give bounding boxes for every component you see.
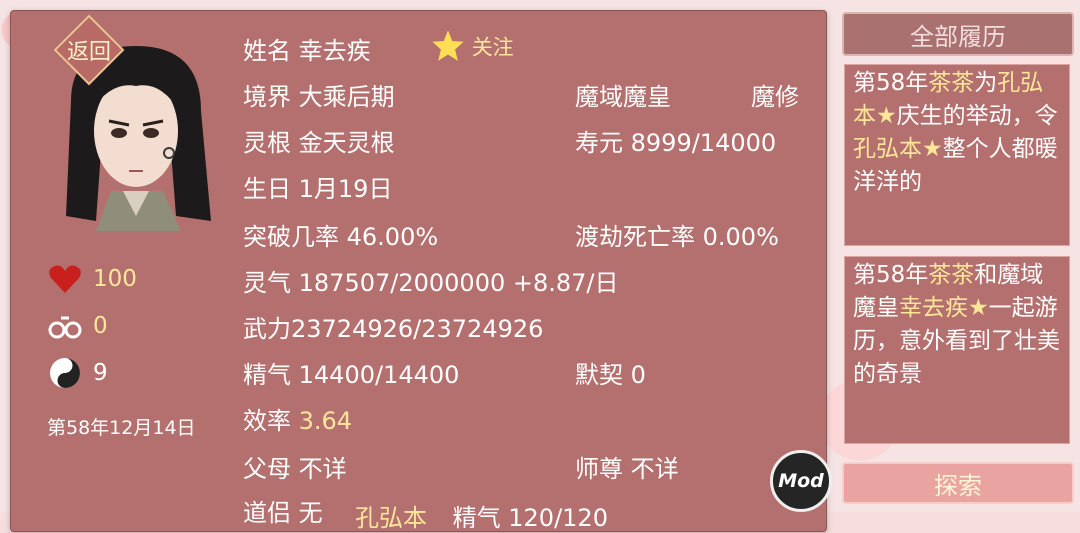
- heart-icon: [47, 261, 83, 297]
- partial-row-2-text: 精气 120/120: [452, 504, 608, 532]
- partial-row-2-name: 孔弘本: [355, 504, 427, 532]
- parents-label: 父母: [243, 455, 291, 483]
- event-1-suffix: 庆生的举动，令: [896, 103, 1058, 129]
- back-label: 返回: [66, 40, 111, 65]
- realm-value: 大乘后期: [298, 83, 395, 111]
- birthday-label: 生日: [243, 175, 291, 203]
- essence-value: 14400/14400: [298, 361, 460, 389]
- partial-row-2: 孔弘本 精气 120/120: [355, 498, 608, 533]
- spouse-label: 道侣: [243, 499, 291, 527]
- shackles-stat: 0: [47, 308, 108, 344]
- event-1-name-a: 茶茶: [928, 70, 975, 96]
- name-label: 姓名: [243, 37, 291, 65]
- path-value: 魔修: [751, 83, 799, 111]
- qi-value: 187507/2000000 +8.87/日: [298, 269, 619, 297]
- tribulation-row: 渡劫死亡率 0.00%: [575, 217, 779, 252]
- lifespan-label: 寿元: [575, 129, 623, 157]
- character-panel: 返回 100 0 9 第58年12月14日 姓名 幸去疾 关注 境界 大乘后期 …: [10, 10, 827, 532]
- health-value: 100: [93, 266, 137, 292]
- all-history-label: 全部履历: [910, 22, 1006, 51]
- taiji-value: 9: [93, 360, 108, 386]
- breakthrough-label: 突破几率: [243, 223, 339, 251]
- realm-row: 境界 大乘后期: [243, 77, 395, 112]
- root-label: 灵根: [243, 129, 291, 157]
- tacit-row: 默契 0: [575, 355, 646, 390]
- event-1-name-c: 孔弘本★: [853, 136, 943, 162]
- tacit-label: 默契: [575, 361, 623, 389]
- explore-button[interactable]: 探索: [842, 462, 1074, 504]
- efficiency-value: 3.64: [298, 407, 353, 435]
- lifespan-row: 寿元 8999/14000: [575, 123, 776, 158]
- event-1-prefix: 第58年: [853, 70, 929, 96]
- star-icon: [431, 29, 465, 68]
- explore-label: 探索: [934, 471, 982, 500]
- title-value: 魔域魔皇: [575, 83, 671, 111]
- back-button[interactable]: 返回: [49, 14, 129, 86]
- yin-yang-icon: [47, 355, 83, 391]
- master-row: 师尊 不详: [575, 449, 679, 484]
- event-1-mid: 为: [974, 70, 998, 96]
- qi-row: 灵气 187507/2000000 +8.87/日: [243, 263, 619, 298]
- parents-row: 父母 不详: [243, 449, 347, 484]
- force-value: 23724926/23724926: [291, 315, 544, 343]
- name-row: 姓名 幸去疾: [243, 31, 371, 66]
- handcuffs-icon: [47, 308, 83, 344]
- breakthrough-value: 46.00%: [346, 223, 439, 251]
- lifespan-value: 8999/14000: [630, 129, 777, 157]
- game-date: 第58年12月14日: [47, 417, 196, 439]
- force-label: 武力: [243, 315, 291, 343]
- follow-button[interactable]: 关注: [431, 29, 514, 68]
- qi-label: 灵气: [243, 269, 291, 297]
- shackles-value: 0: [93, 313, 108, 339]
- tribulation-label: 渡劫死亡率: [575, 223, 695, 251]
- root-row: 灵根 金天灵根: [243, 123, 395, 158]
- birthday-value: 1月19日: [298, 175, 393, 203]
- breakthrough-row: 突破几率 46.00%: [243, 217, 438, 252]
- name-value: 幸去疾: [298, 37, 371, 65]
- spouse-row: 道侣 无: [243, 493, 323, 528]
- essence-row: 精气 14400/14400: [243, 355, 459, 390]
- root-value: 金天灵根: [298, 129, 395, 157]
- taiji-stat: 9: [47, 355, 108, 391]
- tribulation-value: 0.00%: [702, 223, 779, 251]
- essence-label: 精气: [243, 361, 291, 389]
- follow-label: 关注: [471, 35, 514, 60]
- all-history-button[interactable]: 全部履历: [842, 12, 1074, 56]
- event-card-2: 第58年茶茶和魔域魔皇幸去疾★一起游历，意外看到了壮美的奇景: [844, 256, 1070, 444]
- birthday-row: 生日 1月19日: [243, 169, 392, 204]
- health-stat: 100: [47, 261, 137, 297]
- event-2-prefix: 第58年: [853, 262, 929, 288]
- mod-button[interactable]: Mod: [770, 450, 832, 512]
- event-2-name-b: 幸去疾★: [899, 295, 989, 321]
- master-value: 不详: [630, 455, 679, 483]
- tacit-value: 0: [630, 361, 646, 389]
- parents-value: 不详: [298, 455, 347, 483]
- force-row: 武力23724926/23724926: [243, 309, 543, 344]
- event-card-1: 第58年茶茶为孔弘本★庆生的举动，令孔弘本★整个人都暖洋洋的: [844, 64, 1070, 246]
- efficiency-row: 效率 3.64: [243, 401, 352, 436]
- event-2-name-a: 茶茶: [928, 262, 975, 288]
- master-label: 师尊: [575, 455, 623, 483]
- spouse-value: 无: [298, 499, 323, 527]
- efficiency-label: 效率: [243, 407, 291, 435]
- mod-label: Mod: [778, 470, 824, 492]
- realm-label: 境界: [243, 83, 291, 111]
